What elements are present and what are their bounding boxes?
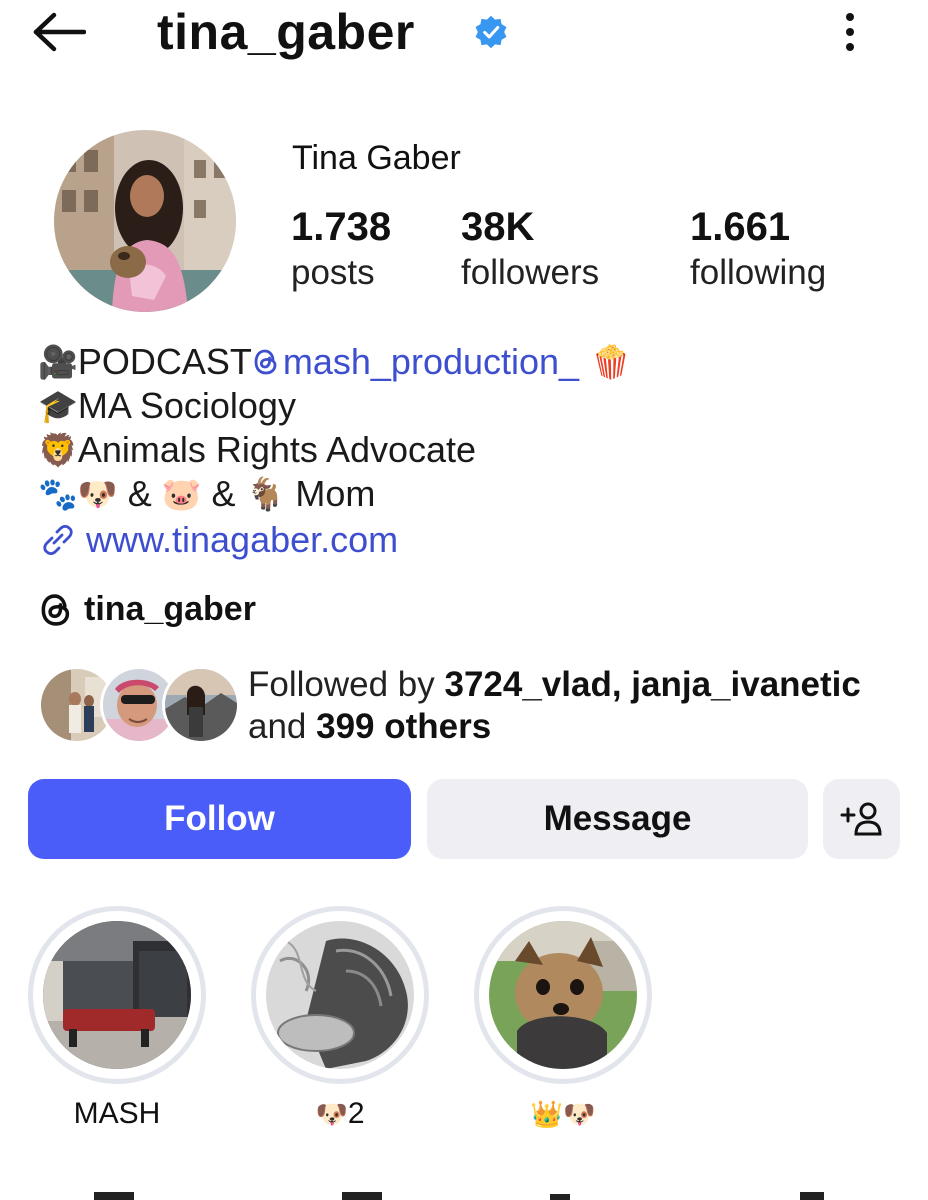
threads-icon [41, 593, 70, 626]
link-icon [43, 524, 73, 556]
posts-count[interactable]: 1.738 posts [291, 204, 391, 296]
page-title: tina_gaber [157, 4, 415, 60]
crown-icon: 👑 [530, 1100, 563, 1130]
highlight-dog-2[interactable]: 🐶2 [251, 906, 429, 1133]
follow-button[interactable]: Follow [28, 779, 411, 859]
highlight-label-row: 🐶2 [251, 1096, 429, 1133]
followers-value: 38K [461, 205, 535, 249]
website-link[interactable]: www.tinagaber.com [38, 518, 631, 562]
highlight-label-row: 👑🐶 [474, 1096, 652, 1133]
followers-count[interactable]: 38K followers [461, 204, 599, 296]
dog-face-icon: 🐶 [315, 1100, 348, 1130]
profile-avatar[interactable] [54, 130, 236, 312]
dog-face-icon: 🐶 [77, 475, 118, 513]
highlight-crown-dog[interactable]: 👑🐶 [474, 906, 652, 1133]
highlight-cover [266, 921, 414, 1069]
highlight-cover [489, 921, 637, 1069]
lion-icon: 🦁 [38, 431, 78, 469]
mutual-followers-avatars[interactable] [38, 666, 240, 744]
followed-by-middle: and [248, 707, 317, 746]
goat-icon: 🐐 [245, 475, 286, 513]
bio-line-podcast: 🎥 PODCAST mash_production_ 🍿 [38, 340, 631, 384]
followed-by-prefix: Followed by [248, 665, 445, 704]
highlight-label: MASH [73, 1097, 161, 1130]
threads-icon [254, 349, 277, 375]
highlight-label: 2 [347, 1097, 365, 1130]
pig-face-icon: 🐷 [161, 475, 202, 513]
bio-podcast-text: PODCAST [77, 341, 252, 382]
followed-by-text[interactable]: Followed by 3724_vlad, janja_ivanetic an… [248, 664, 861, 748]
highlight-ring [251, 906, 429, 1084]
bio-amp-1: & [127, 473, 152, 514]
posts-label: posts [291, 253, 375, 292]
following-value: 1.661 [690, 205, 791, 249]
followers-label: followers [461, 253, 600, 292]
verified-badge-icon [475, 15, 507, 49]
mention-handle: mash_production_ [282, 341, 580, 382]
followed-by-others: 399 others [316, 707, 492, 746]
following-count[interactable]: 1.661 following [690, 204, 826, 296]
add-user-icon [840, 802, 882, 836]
posts-value: 1.738 [291, 205, 392, 249]
highlight-mash[interactable]: MASH [28, 906, 206, 1132]
popcorn-icon: 🍿 [591, 343, 631, 381]
more-vertical-icon [846, 13, 854, 51]
profile-header: tina_gaber [0, 0, 928, 70]
bio-amp-2: & [211, 473, 236, 514]
avatar-photo [54, 130, 236, 312]
arrow-left-icon [33, 12, 86, 52]
bio-sociology-text: MA Sociology [77, 385, 296, 426]
website-url: www.tinagaber.com [86, 519, 399, 560]
highlight-ring [28, 906, 206, 1084]
bio-line-mom: 🐾 🐶 & 🐷 & 🐐 Mom [38, 472, 631, 516]
mutual-avatar-3 [162, 666, 240, 744]
tab-bar-partial [94, 1192, 824, 1200]
bio-line-advocate: 🦁 Animals Rights Advocate [38, 428, 631, 472]
profile-bio: 🎥 PODCAST mash_production_ 🍿 🎓 MA Sociol… [38, 340, 631, 562]
suggested-users-button[interactable] [823, 779, 900, 859]
followed-by-names: 3724_vlad, janja_ivanetic [444, 665, 861, 704]
threads-handle: tina_gaber [84, 590, 256, 628]
display-name: Tina Gaber [292, 139, 461, 177]
mash-production-mention-link[interactable]: mash_production_ [252, 340, 579, 384]
graduation-cap-icon: 🎓 [38, 387, 78, 425]
paw-prints-icon: 🐾 [38, 475, 78, 513]
bio-mom-text: Mom [295, 473, 376, 514]
threads-profile-link[interactable]: tina_gaber [38, 590, 256, 629]
more-options-button[interactable] [826, 8, 874, 56]
bio-line-sociology: 🎓 MA Sociology [38, 384, 631, 428]
dog-face-icon: 🐶 [563, 1100, 596, 1130]
following-label: following [690, 253, 827, 292]
movie-camera-icon: 🎥 [38, 343, 78, 381]
highlight-cover [43, 921, 191, 1069]
highlight-ring [474, 906, 652, 1084]
message-button[interactable]: Message [427, 779, 808, 859]
back-button[interactable] [28, 10, 88, 54]
bio-advocate-text: Animals Rights Advocate [77, 429, 477, 470]
